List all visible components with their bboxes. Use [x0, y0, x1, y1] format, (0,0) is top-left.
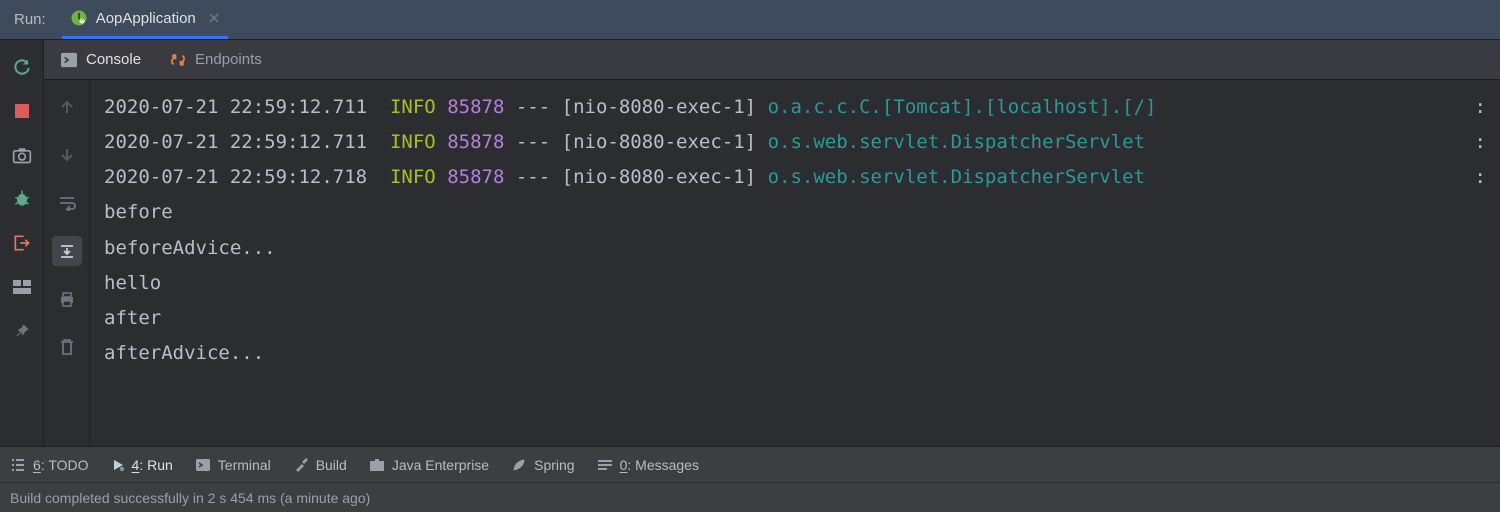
pin-icon[interactable]: [11, 320, 33, 342]
scroll-to-end-icon[interactable]: [52, 236, 82, 266]
rerun-icon[interactable]: [11, 56, 33, 78]
log-line: after: [104, 301, 1486, 336]
spring-boot-icon: [70, 9, 88, 27]
status-bar: Build completed successfully in 2 s 454 …: [0, 482, 1500, 512]
enterprise-icon: [369, 458, 385, 472]
log-line: hello: [104, 266, 1486, 301]
bottom-messages[interactable]: 0: Messages: [597, 457, 699, 473]
run-actions-toolbar: [0, 40, 44, 446]
run-tool-header: Run: AopApplication: [0, 0, 1500, 40]
spring-leaf-icon: [511, 457, 527, 473]
close-tab-icon[interactable]: [208, 12, 220, 24]
bottom-run[interactable]: 4: Run: [111, 457, 173, 473]
log-line: 2020-07-21 22:59:12.718 INFO 85878 --- […: [104, 160, 1486, 195]
messages-label: : Messages: [627, 457, 699, 473]
todo-label: : TODO: [41, 457, 89, 473]
todo-key: 6: [33, 457, 41, 473]
build-label: Build: [316, 457, 347, 473]
tab-console-label: Console: [86, 51, 141, 68]
endpoints-icon: [169, 51, 187, 69]
run-label-bottom: : Run: [139, 457, 172, 473]
play-icon: [111, 458, 125, 472]
tab-endpoints[interactable]: Endpoints: [169, 51, 262, 69]
run-label: Run:: [8, 11, 52, 28]
console-area: Console Endpoints 2020-07-21 22:59:12.71…: [44, 40, 1500, 446]
terminal-icon: [195, 458, 211, 472]
list-icon: [10, 458, 26, 472]
trash-icon[interactable]: [52, 332, 82, 362]
stop-icon[interactable]: [11, 100, 33, 122]
log-line: afterAdvice...: [104, 336, 1486, 371]
log-line: beforeAdvice...: [104, 231, 1486, 266]
bottom-todo[interactable]: 6: TODO: [10, 457, 89, 473]
camera-icon[interactable]: [11, 144, 33, 166]
bug-icon[interactable]: [11, 188, 33, 210]
status-text: Build completed successfully in 2 s 454 …: [10, 490, 370, 506]
tab-endpoints-label: Endpoints: [195, 51, 262, 68]
bottom-java-enterprise[interactable]: Java Enterprise: [369, 457, 489, 473]
bottom-terminal[interactable]: Terminal: [195, 457, 271, 473]
log-line: 2020-07-21 22:59:12.711 INFO 85878 --- […: [104, 125, 1486, 160]
run-config-name: AopApplication: [96, 10, 196, 27]
console-tabs: Console Endpoints: [44, 40, 1500, 80]
run-config-tab[interactable]: AopApplication: [62, 0, 228, 39]
messages-icon: [597, 459, 613, 471]
console-tools: [44, 80, 90, 446]
log-line: before: [104, 195, 1486, 230]
exit-icon[interactable]: [11, 232, 33, 254]
spring-label: Spring: [534, 457, 574, 473]
bottom-spring[interactable]: Spring: [511, 457, 574, 473]
layout-icon[interactable]: [11, 276, 33, 298]
bottom-build[interactable]: Build: [293, 457, 347, 473]
tab-console[interactable]: Console: [60, 51, 141, 68]
down-arrow-icon[interactable]: [52, 140, 82, 170]
enterprise-label: Java Enterprise: [392, 457, 489, 473]
terminal-label: Terminal: [218, 457, 271, 473]
up-arrow-icon[interactable]: [52, 92, 82, 122]
console-output[interactable]: 2020-07-21 22:59:12.711 INFO 85878 --- […: [90, 80, 1500, 446]
console-body: 2020-07-21 22:59:12.711 INFO 85878 --- […: [44, 80, 1500, 446]
hammer-icon: [293, 457, 309, 473]
log-line: 2020-07-21 22:59:12.711 INFO 85878 --- […: [104, 90, 1486, 125]
main-area: Console Endpoints 2020-07-21 22:59:12.71…: [0, 40, 1500, 446]
soft-wrap-icon[interactable]: [52, 188, 82, 218]
console-icon: [60, 52, 78, 68]
print-icon[interactable]: [52, 284, 82, 314]
bottom-tool-bar: 6: TODO 4: Run Terminal Build Java Enter…: [0, 446, 1500, 482]
